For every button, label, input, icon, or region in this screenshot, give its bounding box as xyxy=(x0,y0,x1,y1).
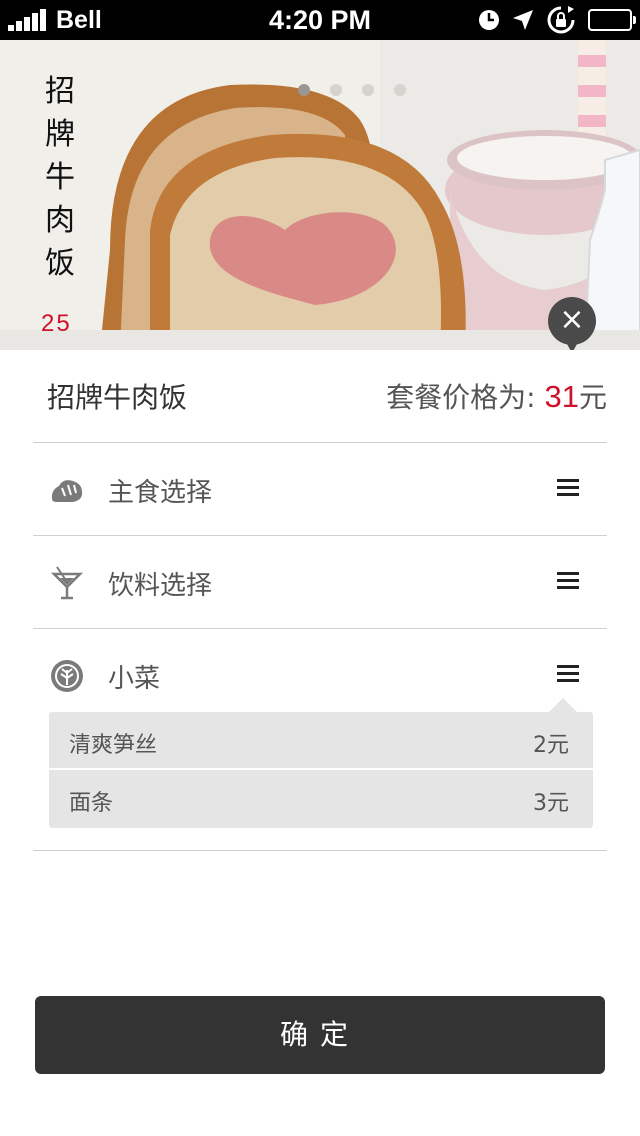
hero-price: 25 xyxy=(41,310,72,337)
section-label: 小菜 xyxy=(108,664,161,694)
list-item[interactable]: 面条 3元 xyxy=(49,770,593,828)
section-staple[interactable]: 主食选择 xyxy=(33,443,607,536)
leaf-icon xyxy=(51,660,83,692)
clock-icon xyxy=(478,9,500,31)
hero-title-char: 招 xyxy=(45,74,75,109)
carousel-dot[interactable] xyxy=(394,84,406,96)
order-panel: 招牌牛肉饭 套餐价格为: 31元 主食选择 饮料选择 小菜 清爽笋丝 2元 面条… xyxy=(0,350,640,1136)
divider xyxy=(33,850,607,851)
section-label: 主食选择 xyxy=(108,478,213,508)
hero-title-char: 牛 xyxy=(45,160,75,195)
section-label: 饮料选择 xyxy=(108,571,213,601)
status-right xyxy=(466,0,636,40)
order-price: 套餐价格为: 31元 xyxy=(386,376,607,416)
item-price: 2元 xyxy=(533,733,569,758)
section-drink[interactable]: 饮料选择 xyxy=(33,536,607,629)
hero-title: 招 牌 牛 肉 饭 xyxy=(40,70,80,285)
item-name: 面条 xyxy=(69,791,114,816)
menu-icon[interactable] xyxy=(557,572,579,590)
confirm-button[interactable]: 确定 xyxy=(35,996,605,1074)
list-item[interactable]: 清爽笋丝 2元 xyxy=(49,712,593,770)
hero-title-char: 牌 xyxy=(45,117,75,152)
price-value: 31 xyxy=(544,379,579,414)
hero-banner[interactable]: 招 牌 牛 肉 饭 25 × xyxy=(0,40,640,350)
battery-icon xyxy=(588,9,636,31)
side-dish-list: 清爽笋丝 2元 面条 3元 xyxy=(49,698,593,828)
price-unit: 元 xyxy=(578,381,607,414)
bread-icon xyxy=(51,480,83,502)
cocktail-icon xyxy=(50,566,84,600)
close-icon: × xyxy=(559,302,585,337)
rotation-lock-icon xyxy=(546,5,576,35)
hero-title-char: 饭 xyxy=(45,246,75,281)
order-name: 招牌牛肉饭 xyxy=(47,381,188,414)
location-arrow-icon xyxy=(512,9,534,31)
menu-icon[interactable] xyxy=(557,665,579,683)
price-label: 套餐价格为: xyxy=(386,381,536,414)
hero-title-char: 肉 xyxy=(45,203,75,238)
item-name: 清爽笋丝 xyxy=(69,733,158,758)
item-price: 3元 xyxy=(533,791,569,816)
carousel-dot-active[interactable] xyxy=(298,84,310,96)
carousel-dot[interactable] xyxy=(330,84,342,96)
menu-icon[interactable] xyxy=(557,479,579,497)
carousel-dot[interactable] xyxy=(362,84,374,96)
status-bar: Bell 4:20 PM xyxy=(0,0,640,40)
carousel-dots[interactable] xyxy=(298,84,426,96)
close-button[interactable]: × xyxy=(548,297,596,350)
order-header: 招牌牛肉饭 套餐价格为: 31元 xyxy=(33,350,607,443)
